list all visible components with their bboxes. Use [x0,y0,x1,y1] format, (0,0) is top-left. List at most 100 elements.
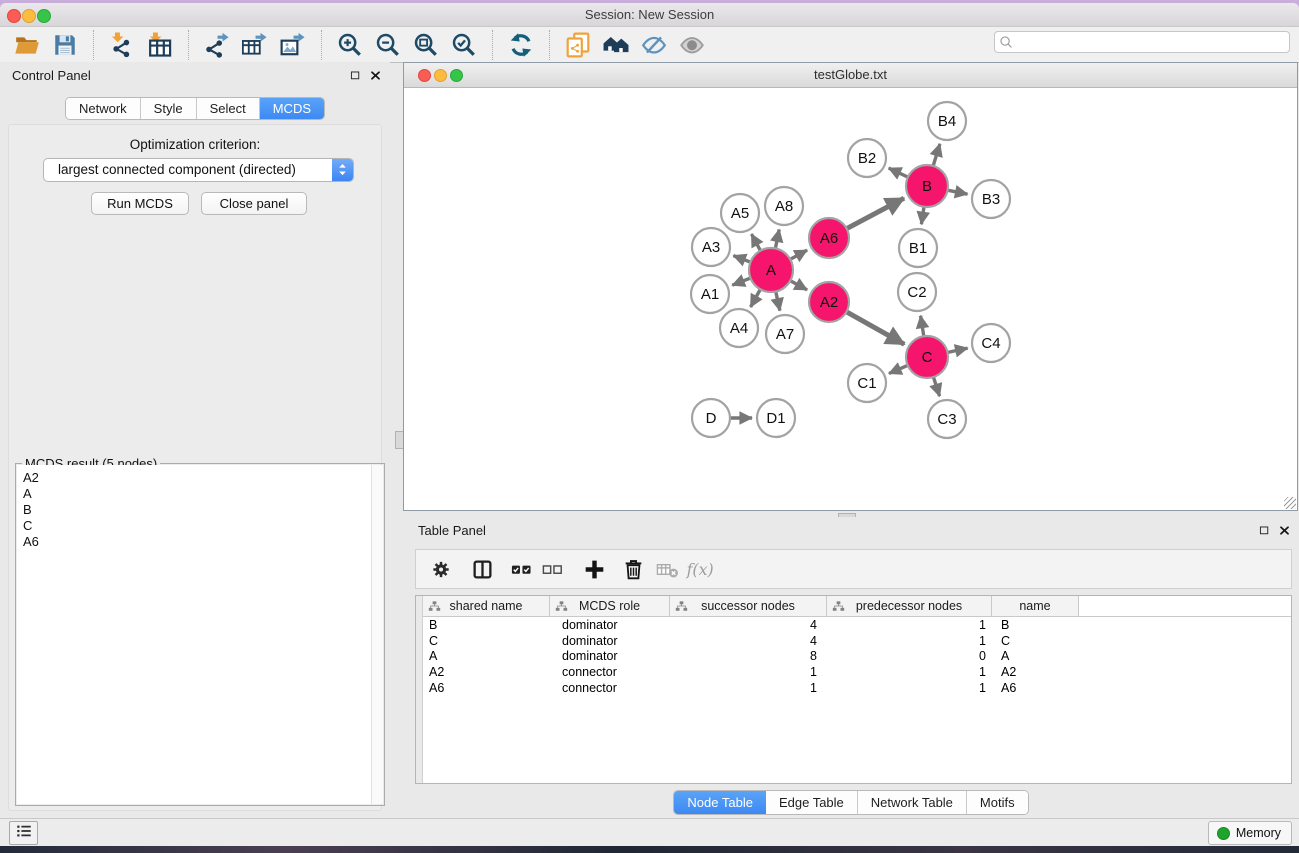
graph-node-B1[interactable]: B1 [899,229,937,267]
search-input[interactable] [1015,32,1289,52]
graph-node-B4[interactable]: B4 [928,102,966,140]
mcds-result-item[interactable]: A6 [23,534,383,550]
table-cell[interactable]: 1 [670,681,827,695]
run-mcds-button[interactable]: Run MCDS [91,192,189,215]
table-cell[interactable]: B [992,618,1079,632]
zoom-out-icon[interactable] [374,31,402,59]
close-panel-icon[interactable] [369,69,382,82]
graph-edge-A-A2[interactable] [789,280,808,290]
export-image-icon[interactable] [279,31,307,59]
table-cell[interactable]: 1 [670,665,827,679]
zoom-fit-icon[interactable] [412,31,440,59]
table-cell[interactable]: 4 [670,618,827,632]
column-header-name[interactable]: name [992,596,1079,617]
graph-node-A4[interactable]: A4 [720,309,758,347]
split-panel-icon[interactable] [471,558,494,581]
graph-node-A6[interactable]: A6 [809,218,849,258]
graph-edge-B-B4[interactable] [933,144,940,168]
table-row[interactable]: Bdominator41B [423,617,1291,633]
resize-grip-icon[interactable] [1284,497,1296,509]
memory-button[interactable]: Memory [1208,821,1292,845]
column-header-shared-name[interactable]: shared name [423,596,550,617]
table-cell[interactable]: 8 [670,649,827,663]
graph-node-A3[interactable]: A3 [692,228,730,266]
optimization-criterion-dropdown[interactable]: largest connected component (directed) [43,158,354,182]
column-header-successor-nodes[interactable]: successor nodes [670,596,827,617]
graph-edge-A6-B[interactable] [845,198,904,229]
network-file-icon[interactable] [564,31,592,59]
tab-edge-table[interactable]: Edge Table [766,791,858,814]
mcds-result-item[interactable]: B [23,502,383,518]
tab-mcds[interactable]: MCDS [260,98,324,119]
mcds-result-item[interactable]: C [23,518,383,534]
graph-node-B[interactable]: B [906,165,948,207]
select-all-checkboxes-icon[interactable] [510,558,533,581]
graph-edge-A-A1[interactable] [732,277,752,285]
deselect-all-checkboxes-icon[interactable] [541,558,564,581]
graph-node-B3[interactable]: B3 [972,180,1010,218]
open-folder-icon[interactable] [13,31,41,59]
home-icon[interactable] [602,31,630,59]
mcds-result-list[interactable]: A2ABCA6 [17,465,383,804]
tab-style[interactable]: Style [141,98,197,119]
column-header-predecessor-nodes[interactable]: predecessor nodes [827,596,992,617]
zoom-in-icon[interactable] [336,31,364,59]
float-panel-icon[interactable] [1258,524,1271,537]
tab-network-table[interactable]: Network Table [858,791,967,814]
export-network-icon[interactable] [203,31,231,59]
table-cell[interactable]: A2 [423,665,550,679]
graph-edge-C-C3[interactable] [933,375,940,396]
graph-edge-A-A6[interactable] [789,250,808,260]
gear-icon[interactable] [430,558,453,581]
table-cell[interactable]: C [992,634,1079,648]
table-cell[interactable]: dominator [550,634,670,648]
add-column-icon[interactable] [583,558,606,581]
table-cell[interactable]: A [423,649,550,663]
graph-node-C4[interactable]: C4 [972,324,1010,362]
column-header-MCDS-role[interactable]: MCDS role [550,596,670,617]
graph-edge-B-B3[interactable] [946,190,968,194]
graph-edge-A-A8[interactable] [775,230,779,251]
graph-edge-A-A5[interactable] [752,234,762,252]
save-icon[interactable] [51,31,79,59]
network-canvas[interactable]: AA6A2BCA5A8A3A1A4A7B2B4B3B1C2C4C1C3DD1 [404,87,1297,510]
flatten-tree-icon[interactable] [675,600,688,613]
table-cell[interactable]: 1 [827,665,992,679]
table-cell[interactable]: connector [550,681,670,695]
close-panel-icon[interactable] [1278,524,1291,537]
graph-node-C3[interactable]: C3 [928,400,966,438]
panel-menu-button[interactable] [9,821,38,845]
table-cell[interactable]: 1 [827,634,992,648]
table-row[interactable]: Cdominator41C [423,633,1291,649]
graph-node-B2[interactable]: B2 [848,139,886,177]
table-cell[interactable]: dominator [550,649,670,663]
graph-node-A5[interactable]: A5 [721,194,759,232]
table-cell[interactable]: 4 [670,634,827,648]
show-graphics-details-icon[interactable] [678,31,706,59]
table-cell[interactable]: B [423,618,550,632]
hide-graphics-details-icon[interactable] [640,31,668,59]
search-field[interactable] [994,31,1290,53]
graph-node-A7[interactable]: A7 [766,315,804,353]
graph-edge-A-A4[interactable] [751,288,762,308]
table-row[interactable]: Adominator80A [423,649,1291,665]
table-cell[interactable]: 1 [827,618,992,632]
result-list-scrollbar[interactable] [371,465,383,804]
export-table-icon[interactable] [241,31,269,59]
flatten-tree-icon[interactable] [832,600,845,613]
graph-node-A[interactable]: A [749,248,793,292]
graph-node-A2[interactable]: A2 [809,282,849,322]
tab-node-table[interactable]: Node Table [674,791,766,814]
table-row[interactable]: A2connector11A2 [423,664,1291,680]
graph-node-C2[interactable]: C2 [898,273,936,311]
graph-node-C[interactable]: C [906,336,948,378]
import-table-icon[interactable] [146,31,174,59]
delete-column-icon[interactable] [622,558,645,581]
graph-edge-B-B2[interactable] [889,168,910,178]
zoom-selected-icon[interactable] [450,31,478,59]
tab-select[interactable]: Select [197,98,260,119]
mcds-result-item[interactable]: A [23,486,383,502]
graph-node-A8[interactable]: A8 [765,187,803,225]
graph-node-C1[interactable]: C1 [848,364,886,402]
table-cell[interactable]: C [423,634,550,648]
